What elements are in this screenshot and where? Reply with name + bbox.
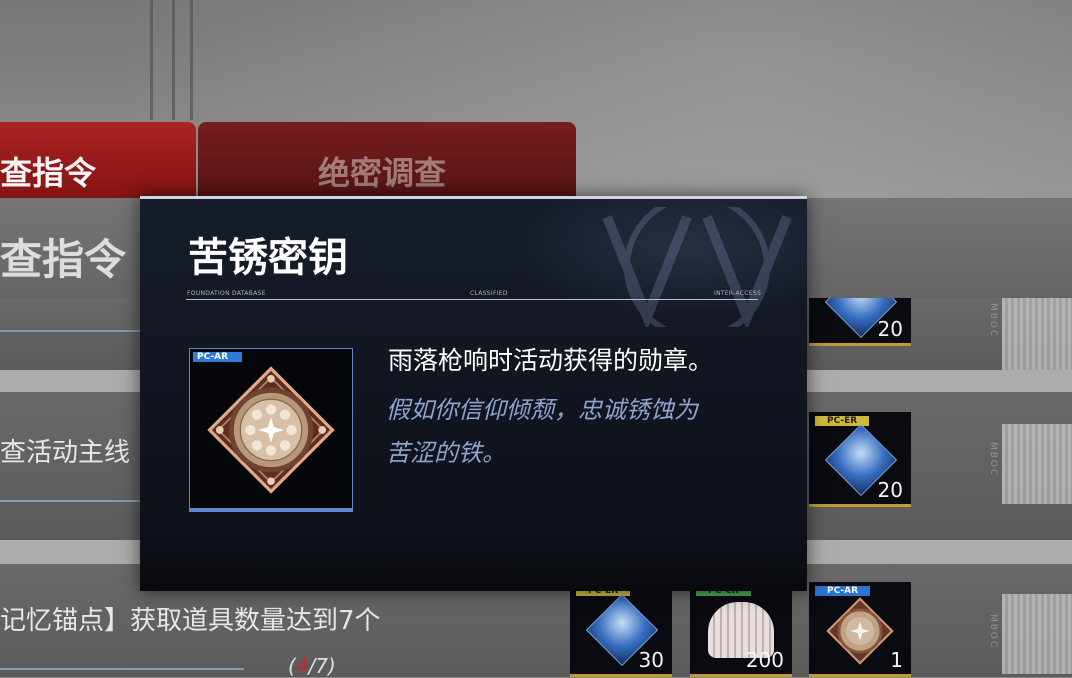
watermark-emblem (602, 207, 792, 327)
item-description: 雨落枪响时活动获得的勋章。 (388, 346, 714, 375)
lore-line: 假如你信仰倾颓，忠诚锈蚀为 (386, 396, 698, 424)
item-icon-frame: PC-AR (189, 348, 353, 512)
popup-fade (140, 531, 807, 591)
item-detail-popup[interactable]: 苦锈密钥 FOUNDATION DATABASE CLASSIFIED INTE… (140, 196, 807, 591)
medal-compass-icon (207, 366, 335, 494)
header-mid-label: CLASSIFIED (470, 290, 508, 297)
item-title: 苦锈密钥 (188, 234, 348, 281)
rarity-tag: PC-AR (193, 352, 243, 362)
header-rule (186, 299, 758, 300)
lore-line: 苦涩的铁。 (386, 439, 506, 467)
header-left-label: FOUNDATION DATABASE (187, 290, 266, 297)
item-lore: 假如你信仰倾颓，忠诚锈蚀为 苦涩的铁。 (386, 389, 776, 475)
header-right-label: INTER-ACCESS (714, 290, 762, 297)
